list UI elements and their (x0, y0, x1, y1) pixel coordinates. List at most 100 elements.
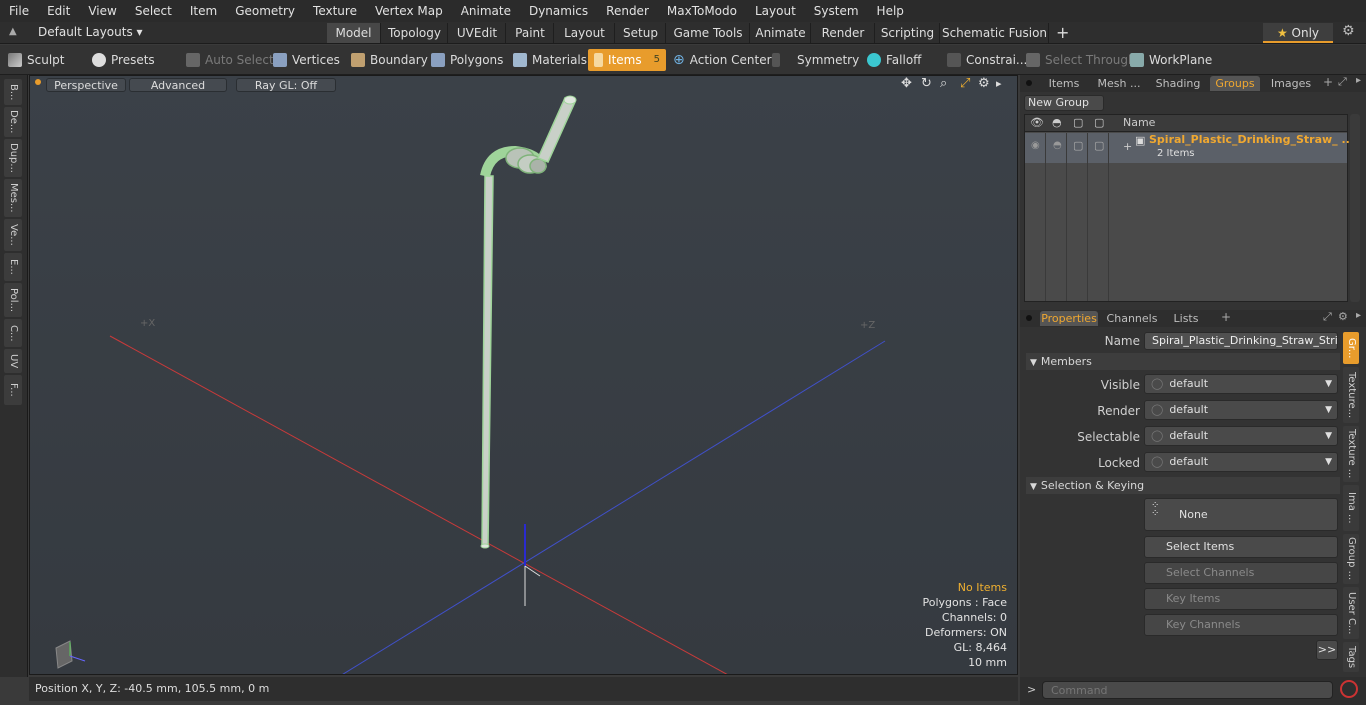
row-visibility-icon[interactable]: ◉ (1031, 140, 1040, 151)
panel-menu-icon[interactable]: ▸ (1356, 75, 1361, 86)
tab-animate[interactable]: Animate (751, 23, 811, 43)
tab-scripting[interactable]: Scripting (876, 23, 940, 43)
side-tab-group-2[interactable]: Group ... (1343, 534, 1359, 584)
tab-lists[interactable]: Lists (1166, 311, 1206, 326)
props-dot-icon[interactable] (1026, 315, 1032, 321)
tab-images[interactable]: Images (1264, 76, 1318, 91)
perspective-button[interactable]: Perspective (46, 78, 126, 92)
menu-animate[interactable]: Animate (452, 0, 520, 22)
expand-panel-icon[interactable]: ⤢ (1338, 75, 1347, 89)
left-tab-pol[interactable]: Pol... (4, 283, 22, 317)
shading-button[interactable]: Advanced (129, 78, 227, 92)
selection-keying-section[interactable]: ▼ Selection & Keying (1026, 477, 1340, 494)
viewport-expand-icon[interactable]: ▸ (996, 77, 1002, 90)
new-group-button[interactable]: New Group (1024, 95, 1104, 111)
tab-game-tools[interactable]: Game Tools (667, 23, 750, 43)
row-select-icon[interactable]: ▢ (1094, 139, 1104, 152)
side-tab-texture-2[interactable]: Texture ... (1343, 426, 1359, 482)
tab-paint[interactable]: Paint (507, 23, 554, 43)
name-field[interactable]: Spiral_Plastic_Drinking_Straw_Striped (1144, 332, 1338, 350)
left-tab-de[interactable]: De... (4, 107, 22, 137)
key-channels-button[interactable]: Key Channels (1144, 614, 1338, 636)
side-tab-texture-1[interactable]: Texture... (1343, 367, 1359, 423)
select-col-icon[interactable]: ▢ (1094, 116, 1104, 129)
gear-icon[interactable]: ⚙ (1342, 23, 1355, 39)
side-tab-tags[interactable]: Tags (1343, 642, 1359, 672)
zoom-view-icon[interactable]: ⌕ (940, 76, 947, 91)
left-tab-e[interactable]: E... (4, 253, 22, 281)
tab-mesh[interactable]: Mesh ... (1092, 76, 1146, 91)
left-tab-uv[interactable]: UV (4, 349, 22, 373)
boundary-button[interactable]: Boundary (351, 49, 428, 71)
tab-channels[interactable]: Channels (1104, 311, 1160, 326)
tab-setup[interactable]: Setup (616, 23, 666, 43)
presets-button[interactable]: Presets (92, 49, 155, 71)
constraints-button[interactable]: Constrai... (947, 49, 1027, 71)
menu-layout[interactable]: Layout (746, 0, 805, 22)
add-props-tab-icon[interactable]: + (1221, 310, 1231, 324)
selectable-select[interactable]: ◯ default ▼ (1144, 426, 1338, 446)
menu-maxtomodo[interactable]: MaxToModo (658, 0, 746, 22)
symmetry-button[interactable]: Symmetry (772, 49, 859, 71)
move-view-icon[interactable]: ✥ (901, 76, 912, 91)
menu-select[interactable]: Select (126, 0, 181, 22)
items-button[interactable]: Items 5 (588, 49, 666, 71)
vertices-button[interactable]: Vertices1 (273, 49, 356, 71)
props-menu-icon[interactable]: ▸ (1356, 310, 1361, 321)
left-tab-c[interactable]: C... (4, 319, 22, 347)
record-icon[interactable] (1340, 680, 1358, 698)
side-tab-group[interactable]: Gr... (1343, 332, 1359, 364)
tab-topology[interactable]: Topology (382, 23, 448, 43)
command-input[interactable] (1042, 681, 1333, 699)
render-select[interactable]: ◯ default ▼ (1144, 400, 1338, 420)
left-tab-dup[interactable]: Dup... (4, 139, 22, 177)
rotate-view-icon[interactable]: ↻ (921, 76, 932, 91)
left-tab-f[interactable]: F... (4, 375, 22, 405)
only-toggle[interactable]: ★ Only (1263, 23, 1333, 43)
members-section[interactable]: ▼ Members (1026, 353, 1340, 370)
left-tab-mes[interactable]: Mes... (4, 179, 22, 217)
side-tab-image[interactable]: Ima ... (1343, 485, 1359, 531)
visibility-col-icon[interactable]: 👁 (1030, 116, 1044, 129)
select-items-button[interactable]: Select Items (1144, 536, 1338, 558)
tab-properties[interactable]: Properties (1040, 311, 1098, 326)
polygons-button[interactable]: Polygons (431, 49, 503, 71)
menu-item[interactable]: Item (181, 0, 226, 22)
left-tab-b[interactable]: B... (4, 79, 22, 105)
menu-view[interactable]: View (79, 0, 125, 22)
raygl-button[interactable]: Ray GL: Off (236, 78, 336, 92)
pin-icon[interactable]: ▲ (9, 26, 19, 38)
left-tab-ve[interactable]: Ve... (4, 219, 22, 251)
expand-props-icon[interactable]: ⤢ (1323, 310, 1332, 324)
side-tab-user-channels[interactable]: User C... (1343, 587, 1359, 639)
tab-schematic-fusion[interactable]: Schematic Fusion (941, 23, 1049, 43)
menu-help[interactable]: Help (868, 0, 913, 22)
workplane-button[interactable]: WorkPlane (1130, 49, 1212, 71)
groups-scrollbar[interactable] (1350, 114, 1360, 302)
auto-select-button[interactable]: Auto Select (186, 49, 274, 71)
menu-dynamics[interactable]: Dynamics (520, 0, 597, 22)
select-through-button[interactable]: Select Through (1026, 49, 1136, 71)
menu-file[interactable]: File (0, 0, 38, 22)
menu-system[interactable]: System (805, 0, 868, 22)
key-items-button[interactable]: Key Items (1144, 588, 1338, 610)
falloff-button[interactable]: Falloff (867, 49, 921, 71)
menu-texture[interactable]: Texture (304, 0, 366, 22)
menu-render[interactable]: Render (597, 0, 658, 22)
tab-layout[interactable]: Layout (555, 23, 615, 43)
viewport-gear-icon[interactable]: ⚙ (978, 76, 990, 91)
tab-items[interactable]: Items (1040, 76, 1088, 91)
render-col-icon[interactable]: ◓ (1052, 116, 1062, 129)
visible-select[interactable]: ◯ default ▼ (1144, 374, 1338, 394)
layouts-dropdown[interactable]: Default Layouts ▾ (38, 25, 143, 39)
materials-button[interactable]: Materials (513, 49, 587, 71)
fit-view-icon[interactable]: ⤢ (960, 76, 970, 91)
tab-uvedit[interactable]: UVEdit (449, 23, 506, 43)
menu-edit[interactable]: Edit (38, 0, 79, 22)
none-button[interactable]: ⁘ ⁘ None (1144, 498, 1338, 531)
menu-geometry[interactable]: Geometry (226, 0, 304, 22)
panel-dot-icon[interactable] (1026, 80, 1032, 86)
select-channels-button[interactable]: Select Channels (1144, 562, 1338, 584)
group-row[interactable]: ◉ ◓ ▢ ▢ + ▣ Spiral_Plastic_Drinking_Stra… (1025, 133, 1354, 163)
locked-select[interactable]: ◯ default ▼ (1144, 452, 1338, 472)
